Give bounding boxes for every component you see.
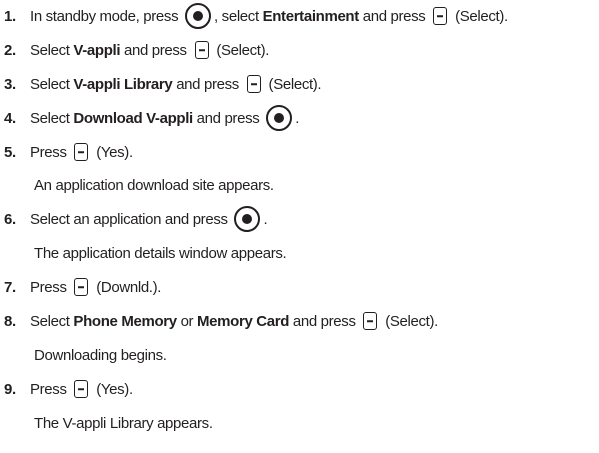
step-text: and press: [358, 7, 430, 25]
step-4: 4. Select Download V-appli and press .: [0, 104, 299, 132]
step-text: Select: [30, 41, 74, 59]
step-text: .: [263, 210, 268, 228]
step-text: (Select).: [381, 312, 438, 330]
step-number: 1.: [4, 7, 16, 25]
step-number: 4.: [4, 109, 16, 127]
menu-name: Download V-appli: [73, 109, 193, 127]
step-number: 8.: [4, 312, 16, 330]
step-6-note: The application details window appears.: [34, 244, 287, 262]
step-text: and press: [172, 75, 243, 93]
step-text: Select: [30, 75, 74, 93]
softkey-icon: [194, 41, 209, 59]
step-text: (Yes).: [92, 143, 133, 161]
center-key-icon: [185, 3, 212, 29]
step-text: or: [176, 312, 198, 330]
step-text: Select: [30, 312, 74, 330]
menu-name: Phone Memory: [73, 312, 177, 330]
center-key-icon: [234, 206, 261, 232]
step-text: and press: [289, 312, 360, 330]
softkey-icon: [363, 312, 378, 330]
step-7: 7. Press (Downld.).: [0, 273, 161, 301]
step-number: 6.: [4, 210, 16, 228]
step-9-note: The V-appli Library appears.: [34, 414, 213, 432]
step-8: 8. Select Phone Memory or Memory Card an…: [0, 307, 438, 335]
step-text: In standby mode, press: [30, 7, 183, 25]
step-text: , select: [214, 7, 263, 25]
step-2: 2. Select V-appli and press (Select).: [0, 36, 269, 64]
step-5: 5. Press (Yes).: [0, 138, 133, 166]
step-text: and press: [120, 41, 191, 59]
step-number: 3.: [4, 75, 16, 93]
menu-name: Entertainment: [262, 7, 360, 25]
step-text: Press: [30, 278, 71, 296]
step-text: Press: [30, 380, 71, 398]
menu-name: V-appli: [73, 41, 121, 59]
step-text: .: [295, 109, 300, 127]
softkey-icon: [74, 143, 89, 161]
softkey-icon: [246, 75, 261, 93]
step-text: Select an application and press: [30, 210, 232, 228]
step-number: 9.: [4, 380, 16, 398]
softkey-icon: [433, 7, 448, 25]
step-5-note: An application download site appears.: [34, 176, 274, 194]
center-key-icon: [266, 105, 293, 131]
menu-name: V-appli Library: [73, 75, 173, 93]
softkey-icon: [74, 278, 89, 296]
step-8-note: Downloading begins.: [34, 346, 167, 364]
softkey-icon: [74, 380, 89, 398]
step-number: 7.: [4, 278, 16, 296]
step-3: 3. Select V-appli Library and press (Sel…: [0, 70, 322, 98]
step-text: (Select).: [212, 41, 270, 59]
step-text: (Select).: [451, 7, 508, 25]
step-6: 6. Select an application and press .: [0, 205, 268, 233]
step-text: (Select).: [264, 75, 322, 93]
step-number: 2.: [4, 41, 16, 59]
step-9: 9. Press (Yes).: [0, 375, 133, 403]
step-text: (Downld.).: [92, 278, 162, 296]
step-text: (Yes).: [92, 380, 133, 398]
step-number: 5.: [4, 143, 16, 161]
menu-name: Memory Card: [197, 312, 290, 330]
step-1: 1. In standby mode, press , select Enter…: [0, 2, 508, 30]
step-text: Press: [30, 143, 71, 161]
step-text: Select: [30, 109, 74, 127]
step-text: and press: [192, 109, 264, 127]
